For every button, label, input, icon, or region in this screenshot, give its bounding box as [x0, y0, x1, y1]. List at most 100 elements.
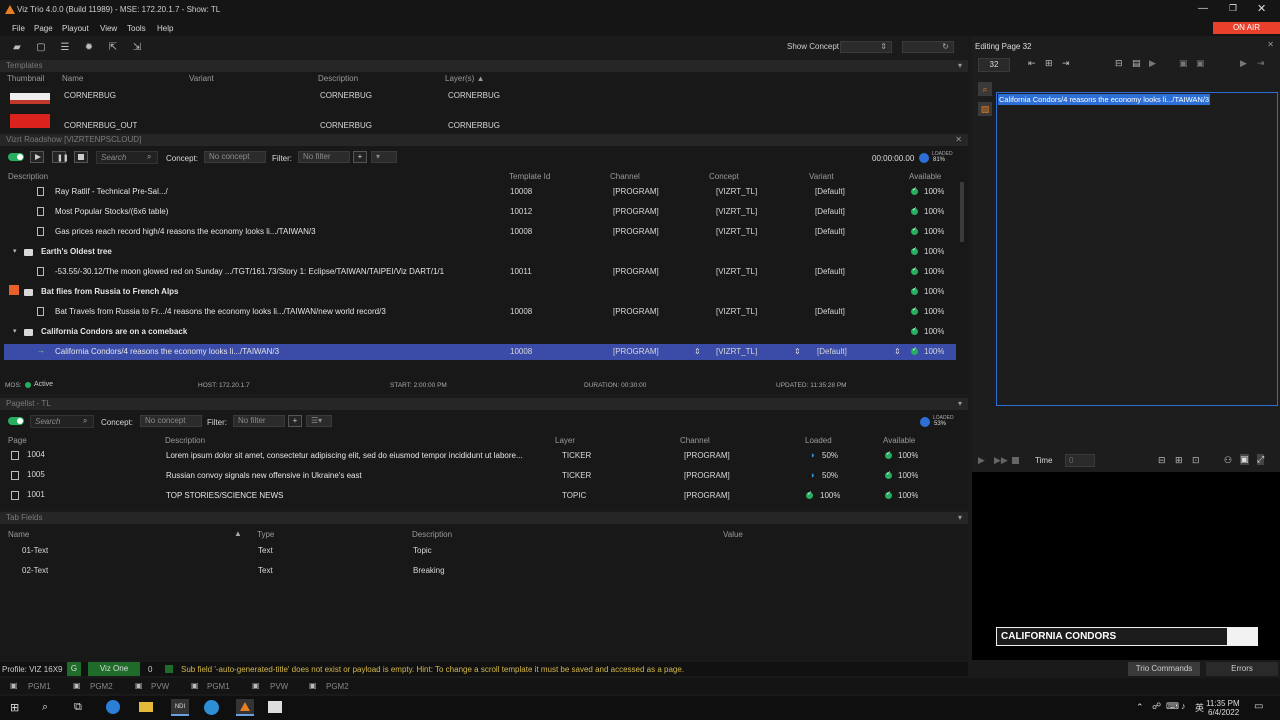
app-icon[interactable] [204, 700, 219, 715]
col-channel[interactable]: Channel [680, 436, 710, 445]
toggle-switch[interactable] [8, 417, 24, 425]
errors-button[interactable]: Errors [1206, 662, 1278, 676]
roadshow-scrollbar[interactable] [960, 182, 964, 242]
chevron-updown-icon[interactable]: ⇕ [894, 347, 901, 356]
roadshow-item-row[interactable]: Bat Travels from Russia to Fr.../4 reaso… [4, 304, 956, 320]
notification-icon[interactable]: ▭ [1254, 701, 1263, 712]
col-variant[interactable]: Variant [809, 172, 834, 181]
expand-chevron-icon[interactable]: ▾ [13, 327, 17, 335]
search-icon[interactable]: ⌕ [42, 701, 48, 714]
row-channel[interactable]: [PROGRAM] [613, 347, 659, 356]
menu-help[interactable]: Help [157, 24, 173, 33]
tab-field-row[interactable]: 01-Text Text Topic [0, 544, 960, 558]
editor-close-icon[interactable]: ✕ [1267, 40, 1274, 49]
roadshow-item-row[interactable]: -53.55/-30.12/The moon glowed red on Sun… [4, 264, 956, 280]
editor-tool-image-icon[interactable]: ▨ [978, 102, 992, 116]
layout-3-icon[interactable]: ⊡ [1192, 455, 1200, 466]
stop-icon[interactable] [1012, 457, 1019, 464]
output-pgm1[interactable]: PGM1 [28, 682, 51, 691]
col-template-id[interactable]: Template Id [509, 172, 550, 181]
import-icon[interactable]: ⇲ [130, 40, 144, 54]
close-icon[interactable]: ✕ [1257, 2, 1266, 15]
chevron-updown-icon[interactable]: ⇕ [694, 347, 701, 356]
col-variant[interactable]: Variant [189, 74, 214, 83]
minimize-icon[interactable]: — [1198, 3, 1208, 14]
view-options-dropdown[interactable]: ☰▾ [306, 415, 332, 427]
output-pvw[interactable]: PVW [270, 682, 288, 691]
task-view-icon[interactable]: ⧉ [74, 701, 82, 714]
roadshow-item-row[interactable]: Ray Ratlif - Technical Pre-Sal.../ 10008 [… [4, 184, 956, 200]
tab-field-row[interactable]: 02-Text Text Breaking [0, 564, 960, 578]
menu-playout[interactable]: Playout [62, 24, 89, 33]
col-description[interactable]: Description [8, 172, 48, 181]
open-folder-icon[interactable]: ▰ [10, 40, 24, 54]
col-value[interactable]: Value [723, 530, 743, 539]
user-icon[interactable]: ⚇ [1224, 455, 1232, 466]
roadshow-item-row[interactable]: Most Popular Stocks/(6x6 table) 10012 [PRO… [4, 204, 956, 220]
panel-menu-icon[interactable]: ▾ [958, 512, 962, 524]
tray-chevron-icon[interactable]: ⌃ [1136, 702, 1144, 713]
clock-time[interactable]: 11:35 PM [1206, 699, 1240, 708]
pagelist-row[interactable]: 1004 Lorem ipsum dolor sit amet, consecte… [4, 448, 956, 464]
take-icon[interactable]: ▶ [1149, 58, 1156, 69]
output-pgm2[interactable]: PGM2 [326, 682, 349, 691]
layers-icon[interactable]: ▤ [1132, 58, 1141, 69]
col-layer[interactable]: Layer [555, 436, 575, 445]
menu-file[interactable]: File [12, 24, 25, 33]
page-number-input[interactable]: 32 [978, 58, 1010, 72]
time-input[interactable]: 0 [1065, 454, 1095, 467]
col-available[interactable]: Available [883, 436, 915, 445]
edge-icon[interactable] [106, 700, 120, 714]
col-description[interactable]: Description [318, 74, 358, 83]
search-icon[interactable]: ⌕ [83, 416, 87, 426]
pause-button[interactable]: ❚❚ [52, 151, 69, 163]
language-icon[interactable]: 英 [1195, 701, 1204, 714]
col-name[interactable]: Name [8, 530, 29, 539]
clock-date[interactable]: 6/4/2022 [1208, 708, 1239, 717]
output-pgm2[interactable]: PGM2 [90, 682, 113, 691]
play-icon[interactable]: ▶ [978, 455, 985, 466]
roadshow-folder-row[interactable]: ▾ Earth's Oldest tree 100% [4, 244, 956, 260]
first-page-icon[interactable]: ⇤ [1028, 58, 1036, 69]
filter-dropdown[interactable]: No filter [298, 151, 350, 163]
concept-dropdown[interactable]: No concept [140, 415, 202, 427]
expand-chevron-icon[interactable]: ▾ [13, 247, 17, 255]
network-icon[interactable]: ☍ [1152, 701, 1161, 712]
refresh-icon[interactable]: ↻ [942, 42, 949, 52]
view-options-dropdown[interactable]: ▾ [371, 151, 397, 163]
settings-icon[interactable]: ✹ [82, 40, 96, 54]
col-page[interactable]: Page [8, 436, 27, 445]
col-available[interactable]: Available [909, 172, 941, 181]
continue-icon[interactable]: ▶▶ [994, 455, 1008, 466]
expand-icon[interactable]: ⤢ [1257, 454, 1265, 465]
ndi-icon[interactable]: NDI [171, 699, 189, 716]
list-icon[interactable]: ☰ [58, 40, 72, 54]
roadshow-item-row[interactable]: → California Condors/4 reasons the econom… [4, 344, 956, 360]
volume-icon[interactable]: ♪ [1181, 701, 1186, 711]
editor-text-area[interactable]: California Condors/4 reasons the economy… [996, 92, 1278, 406]
last-page-icon[interactable]: ⇥ [1062, 58, 1070, 69]
explorer-icon[interactable] [139, 702, 153, 712]
col-concept[interactable]: Concept [709, 172, 739, 181]
col-layers[interactable]: Layer(s) ▲ [445, 74, 484, 83]
editor-tool-search-icon[interactable]: ⌕ [978, 82, 992, 96]
concept-dropdown[interactable]: No concept [204, 151, 266, 163]
panel-menu-icon[interactable]: ▾ [958, 398, 962, 410]
layout-1-icon[interactable]: ⊟ [1158, 455, 1166, 466]
col-description[interactable]: Description [412, 530, 452, 539]
output-pgm1[interactable]: PGM1 [207, 682, 230, 691]
pagelist-row[interactable]: 1005 Russian convoy signals new offensive… [4, 468, 956, 484]
roadshow-folder-row[interactable]: ▾Bat flies from Russia to French Alps100… [4, 284, 956, 300]
play-button[interactable] [30, 151, 44, 163]
viz-trio-icon[interactable] [236, 699, 254, 716]
play-icon[interactable]: ▶ [1240, 58, 1247, 69]
menu-page[interactable]: Page [34, 24, 53, 33]
add-icon[interactable]: + [353, 151, 367, 163]
concept-input[interactable]: ↻ [902, 41, 954, 53]
menu-tools[interactable]: Tools [127, 24, 146, 33]
snapshot-icon[interactable]: ▣ [1240, 454, 1249, 465]
save-icon[interactable]: ▣ [1179, 58, 1188, 69]
next-icon[interactable]: ⇥ [1257, 58, 1265, 69]
col-thumbnail[interactable]: Thumbnail [7, 74, 44, 83]
add-icon[interactable]: + [288, 415, 302, 427]
